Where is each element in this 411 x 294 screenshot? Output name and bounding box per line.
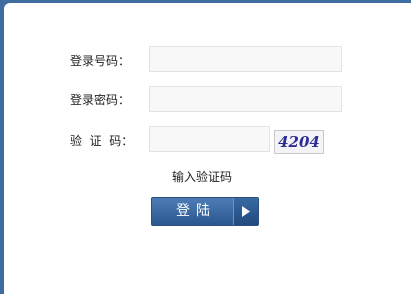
account-input[interactable] [149, 46, 342, 72]
login-button[interactable]: 登陆 [151, 197, 259, 226]
login-button-label: 登陆 [176, 203, 216, 219]
login-panel: 登录号码： 登录密码： 验 证 码： 4204 输入验证码 登陆 [4, 3, 411, 294]
captcha-text: 4204 [278, 133, 320, 151]
password-label: 登录密码： [70, 93, 131, 107]
password-input[interactable] [149, 86, 342, 112]
captcha-image[interactable]: 4204 [274, 130, 324, 154]
captcha-hint: 输入验证码 [172, 170, 233, 184]
play-arrow-icon [233, 198, 258, 225]
captcha-label: 验 证 码： [70, 134, 134, 148]
account-label: 登录号码： [70, 54, 131, 68]
captcha-input[interactable] [149, 126, 270, 152]
